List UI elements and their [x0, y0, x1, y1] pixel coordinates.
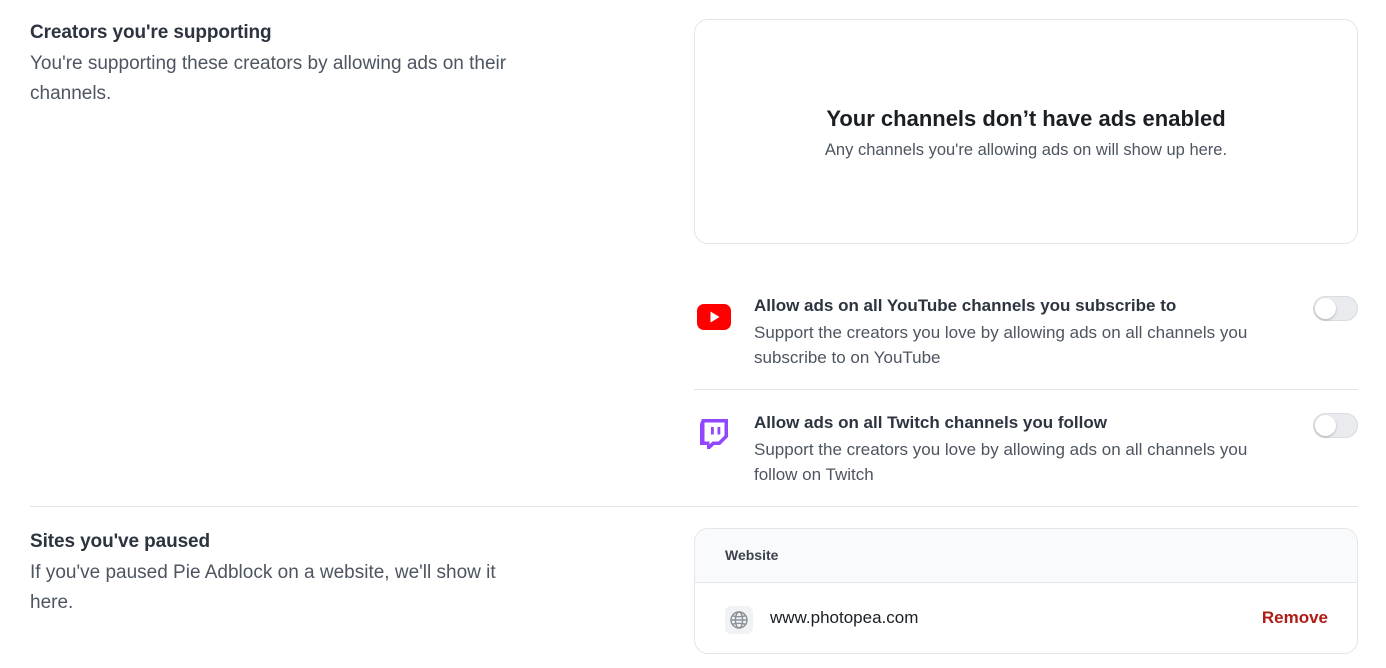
- globe-icon: [725, 606, 753, 634]
- website-column-header: Website: [725, 547, 779, 563]
- option-divider: [694, 389, 1358, 390]
- empty-state-card: Your channels don’t have ads enabled Any…: [694, 19, 1358, 244]
- youtube-ads-toggle[interactable]: [1313, 296, 1358, 321]
- youtube-option-row: Allow ads on all YouTube channels you su…: [694, 296, 1358, 376]
- toggle-knob: [1315, 415, 1336, 436]
- twitch-option-title: Allow ads on all Twitch channels you fol…: [754, 413, 1107, 432]
- site-domain: www.photopea.com: [770, 608, 919, 627]
- youtube-option-title: Allow ads on all YouTube channels you su…: [754, 296, 1177, 315]
- twitch-option-row: Allow ads on all Twitch channels you fol…: [694, 413, 1358, 493]
- paused-section-title: Sites you've paused: [30, 531, 211, 552]
- youtube-icon: [697, 300, 731, 334]
- creators-section-description: You're supporting these creators by allo…: [30, 53, 507, 104]
- creators-section-title: Creators you're supporting: [30, 22, 272, 43]
- settings-page: Creators you're supporting You're suppor…: [0, 0, 1386, 668]
- empty-state-subtitle: Any channels you're allowing ads on will…: [824, 141, 1228, 159]
- section-divider: [30, 506, 1358, 507]
- twitch-option-description: Support the creators you love by allowin…: [754, 440, 1248, 484]
- paused-section-description: If you've paused Pie Adblock on a websit…: [30, 562, 496, 613]
- twitch-ads-toggle[interactable]: [1313, 413, 1358, 438]
- toggle-knob: [1315, 298, 1336, 319]
- remove-site-button[interactable]: Remove: [1262, 608, 1328, 628]
- table-header: Website: [695, 529, 1357, 583]
- twitch-icon: [697, 416, 731, 450]
- youtube-option-description: Support the creators you love by allowin…: [754, 323, 1248, 367]
- empty-state-title: Your channels don’t have ads enabled: [826, 106, 1226, 131]
- paused-sites-table: Website www.photopea.com Remove: [694, 528, 1358, 654]
